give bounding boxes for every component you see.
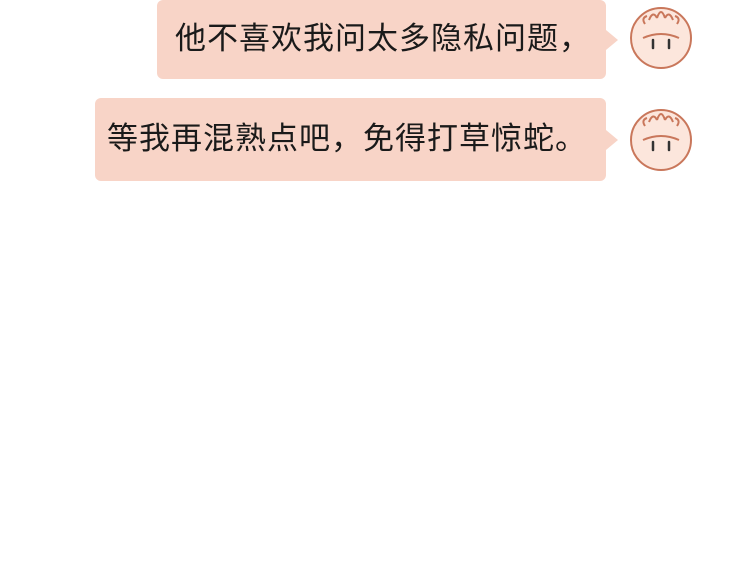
chat-thread: 他不喜欢我问太多隐私问题， 等我再混熟点吧，免得打草惊蛇。 <box>0 0 750 586</box>
tomato-face-icon[interactable] <box>627 104 695 172</box>
bubble-tail <box>606 29 618 50</box>
bubble-tail <box>606 129 618 150</box>
message-bubble: 他不喜欢我问太多隐私问题， <box>157 0 618 79</box>
tomato-face-icon[interactable] <box>627 2 695 70</box>
message-text: 他不喜欢我问太多隐私问题， <box>175 21 591 57</box>
message-text: 等我再混熟点吧，免得打草惊蛇。 <box>107 121 587 157</box>
message-bubble: 等我再混熟点吧，免得打草惊蛇。 <box>95 98 618 181</box>
